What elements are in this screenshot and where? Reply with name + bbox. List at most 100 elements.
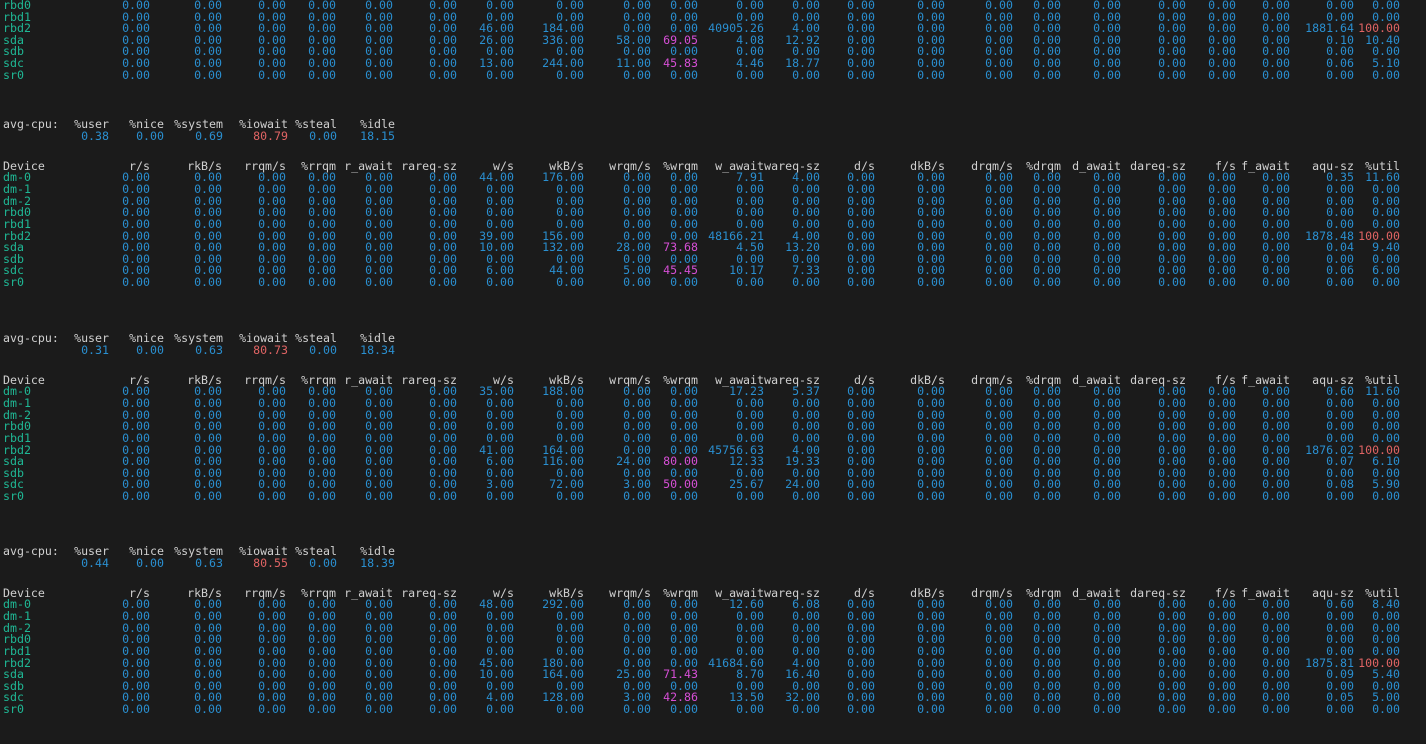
stat-cell: 0.00 [1158, 702, 1186, 717]
cpu-value: 0.00 [309, 555, 337, 570]
device-name: sr0 [3, 702, 24, 717]
stat-cell: 0.00 [194, 67, 222, 82]
stat-cell: 0.00 [122, 275, 150, 290]
stat-cell: 0.00 [258, 489, 286, 504]
terminal-output[interactable]: rbd0 0.00 0.00 0.00 0.00 0.00 0.00 0.00 0.00 0.00… [0, 0, 1426, 744]
stat-cell: 0.00 [429, 275, 457, 290]
stat-cell: 0.00 [122, 489, 150, 504]
stat-cell: 0.00 [847, 275, 875, 290]
stat-cell: 0.00 [308, 275, 336, 290]
stat-cell: 0.00 [486, 489, 514, 504]
cpu-values-row: 0.38 0.00 0.69 80.79 0.00 18.15 [0, 128, 1426, 143]
stat-cell: 0.00 [365, 275, 393, 290]
stat-cell: 0.00 [847, 702, 875, 717]
stat-cell: 0.00 [736, 67, 764, 82]
cpu-values-row: 0.44 0.00 0.63 80.55 0.00 18.39 [0, 555, 1426, 570]
stat-cell: 0.00 [1326, 67, 1354, 82]
stat-cell: 0.00 [258, 702, 286, 717]
cpu-value: 18.34 [360, 342, 395, 357]
stat-cell: 0.00 [847, 489, 875, 504]
stat-cell: 0.00 [1208, 489, 1236, 504]
stat-cell: 0.00 [486, 702, 514, 717]
cpu-value: 0.00 [309, 342, 337, 357]
table-row: sr0 0.00 0.00 0.00 0.00 0.00 0.00 0.00 0.00 0.00 0… [0, 275, 1426, 290]
cpu-values-row: 0.31 0.00 0.63 80.73 0.00 18.34 [0, 342, 1426, 357]
stat-cell: 0.00 [792, 489, 820, 504]
device-name: sr0 [3, 489, 24, 504]
stat-cell: 0.00 [486, 67, 514, 82]
stat-cell: 0.00 [122, 67, 150, 82]
stat-cell: 0.00 [308, 702, 336, 717]
stat-cell: 0.00 [1208, 275, 1236, 290]
stat-cell: 0.00 [556, 489, 584, 504]
stat-cell: 0.00 [556, 275, 584, 290]
stat-cell: 0.00 [194, 275, 222, 290]
stat-cell: 0.00 [1033, 489, 1061, 504]
stat-cell: 0.00 [1326, 489, 1354, 504]
stat-cell: 0.00 [623, 67, 651, 82]
stat-cell: 0.00 [917, 67, 945, 82]
stat-cell: 0.00 [985, 702, 1013, 717]
stat-cell: 0.00 [1093, 489, 1121, 504]
stat-cell: 0.00 [985, 489, 1013, 504]
stat-cell: 0.00 [1372, 67, 1400, 82]
stat-cell: 0.00 [1033, 702, 1061, 717]
stat-cell: 0.00 [194, 702, 222, 717]
stat-cell: 0.00 [1208, 702, 1236, 717]
stat-cell: 0.00 [670, 489, 698, 504]
stat-cell: 0.00 [486, 275, 514, 290]
stat-cell: 0.00 [429, 67, 457, 82]
cpu-value: 80.55 [253, 555, 288, 570]
cpu-value: 0.38 [81, 128, 109, 143]
stat-cell: 0.00 [736, 489, 764, 504]
stat-cell: 0.00 [1158, 275, 1186, 290]
stat-cell: 0.00 [917, 275, 945, 290]
stat-cell: 0.00 [623, 275, 651, 290]
stat-cell: 0.00 [1372, 702, 1400, 717]
stat-cell: 0.00 [1033, 67, 1061, 82]
stat-cell: 0.00 [556, 67, 584, 82]
cpu-value: 0.00 [136, 128, 164, 143]
device-name: sr0 [3, 275, 24, 290]
stat-cell: 0.00 [308, 67, 336, 82]
stat-cell: 0.00 [1158, 489, 1186, 504]
stat-cell: 0.00 [792, 275, 820, 290]
cpu-value: 0.63 [195, 555, 223, 570]
stat-cell: 0.00 [1372, 489, 1400, 504]
stat-cell: 0.00 [792, 67, 820, 82]
stat-cell: 0.00 [365, 67, 393, 82]
stat-cell: 0.00 [1372, 275, 1400, 290]
device-name: sr0 [3, 67, 24, 82]
cpu-value: 0.63 [195, 342, 223, 357]
stat-cell: 0.00 [122, 702, 150, 717]
stat-cell: 0.00 [365, 702, 393, 717]
stat-cell: 0.00 [1208, 67, 1236, 82]
stat-cell: 0.00 [736, 275, 764, 290]
stat-cell: 0.00 [258, 67, 286, 82]
stat-cell: 0.00 [670, 67, 698, 82]
cpu-value: 0.31 [81, 342, 109, 357]
stat-cell: 0.00 [985, 275, 1013, 290]
stat-cell: 0.00 [308, 489, 336, 504]
cpu-label: avg-cpu: [3, 544, 59, 558]
stat-cell: 0.00 [1033, 275, 1061, 290]
cpu-value: 80.73 [253, 342, 288, 357]
stat-cell: 0.00 [429, 702, 457, 717]
stat-cell: 0.00 [1326, 275, 1354, 290]
stat-cell: 0.00 [792, 702, 820, 717]
stat-cell: 0.00 [1158, 67, 1186, 82]
stat-cell: 0.00 [917, 489, 945, 504]
cpu-value: 0.44 [81, 555, 109, 570]
stat-cell: 0.00 [1262, 275, 1290, 290]
stat-cell: 0.00 [258, 275, 286, 290]
stat-cell: 0.00 [985, 67, 1013, 82]
cpu-value: 0.00 [136, 342, 164, 357]
stat-cell: 0.00 [1262, 489, 1290, 504]
cpu-label: avg-cpu: [3, 331, 59, 345]
stat-cell: 0.00 [1093, 702, 1121, 717]
table-row: sr0 0.00 0.00 0.00 0.00 0.00 0.00 0.00 0.00 0.00 0… [0, 489, 1426, 504]
stat-cell: 0.00 [623, 489, 651, 504]
stat-cell: 0.00 [736, 702, 764, 717]
stat-cell: 0.00 [1262, 67, 1290, 82]
cpu-value: 18.39 [360, 555, 395, 570]
